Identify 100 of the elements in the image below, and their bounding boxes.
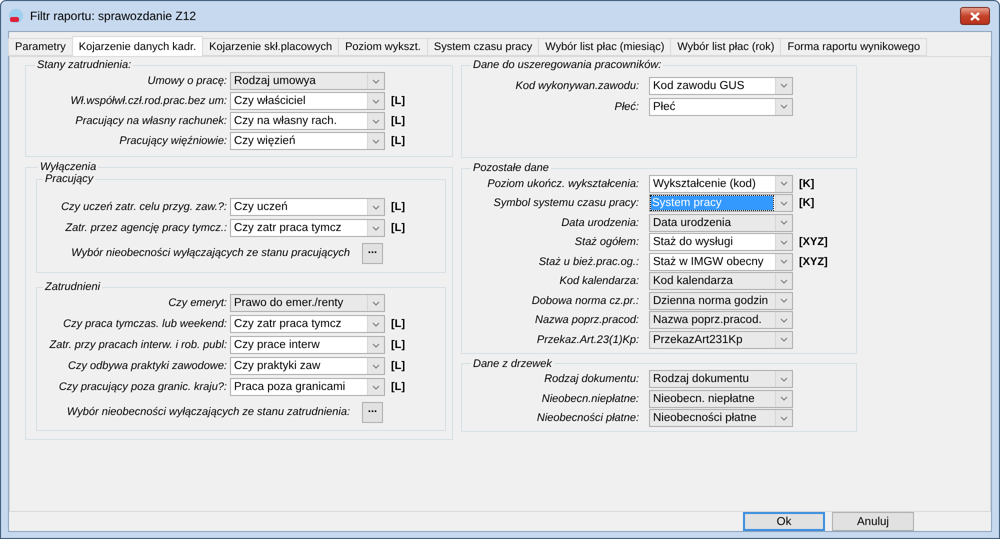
chevron-down-icon [372, 384, 380, 390]
app-icon [8, 8, 24, 24]
field-label: Czy odbywa praktyki zawodowe: [67, 360, 228, 372]
tab[interactable]: Poziom wykszt. [338, 38, 428, 56]
field-label: Zatr. przy pracach interw. i rob. publ: [48, 339, 228, 351]
group-title: Stany zatrudnienia: [36, 59, 132, 71]
code-label: [L] [391, 381, 406, 393]
code-label: [XYZ] [799, 236, 828, 248]
combo-box[interactable]: Czy na własny rach. [230, 112, 385, 130]
combo-box[interactable]: Czy prace interw [230, 336, 385, 354]
field-label: Wybór nieobecności wyłączających ze stanu zatrudnienia: [66, 406, 351, 418]
tab[interactable]: Forma raportu wynikowego [780, 38, 928, 56]
combo-box[interactable]: Czy praktyki zaw [230, 357, 385, 375]
code-label: [L] [391, 95, 406, 107]
chevron-down-icon [372, 204, 380, 210]
field-label: Staż ogółem: [574, 236, 640, 248]
chevron-down-icon [372, 364, 380, 368]
field-label: Czy pracujący poza granic. kraju?: [58, 381, 228, 393]
close-button[interactable] [960, 7, 990, 25]
code-label: [K] [799, 178, 814, 190]
combo-box[interactable]: Płeć [649, 98, 793, 116]
field-label: Umowy o pracę: [146, 75, 228, 87]
combo-box[interactable]: Czy właściciel [230, 92, 385, 110]
combo-box[interactable]: Kod zawodu GUS [649, 76, 793, 94]
tab[interactable]: System czasu pracy [426, 38, 540, 56]
field-label: Kod kalendarza: [558, 275, 640, 288]
group-title: Dane do uszeregowania pracowników: [472, 59, 662, 71]
code-label: [L] [391, 339, 406, 351]
field-label: Nieobecn.niepłatne: [540, 392, 640, 405]
chevron-down-icon [780, 220, 788, 226]
chevron-down-icon [372, 118, 380, 124]
window-title: Filtr raportu: sprawozdanie Z12 [30, 9, 198, 23]
group-title: Zatrudnieni [44, 281, 102, 293]
combo-box[interactable]: Praca poza granicami [230, 378, 385, 396]
code-label: [XYZ] [799, 256, 828, 268]
field-label: Symbol systemu czasu pracy: [492, 197, 640, 210]
combo-box[interactable]: Staż w IMGW obecny [649, 252, 793, 271]
chevron-down-icon [780, 376, 788, 382]
browse-button[interactable]: ... [362, 402, 383, 422]
field-label: Kod wykonywan.zawodu: [514, 80, 640, 92]
tab[interactable]: Parametry [8, 38, 73, 56]
combo-box[interactable]: Wykształcenie (kod) [649, 174, 793, 193]
chevron-down-icon [372, 226, 380, 230]
code-label: [L] [391, 135, 406, 147]
chevron-down-icon [780, 278, 788, 284]
group-title: Wyłączenia [39, 161, 98, 173]
field-label: Czy emeryt: [167, 297, 228, 309]
field-label: Nieobecności płatne: [536, 412, 640, 424]
field-label: Czy praca tymczas. lub weekend: [62, 318, 228, 330]
code-label: [L] [391, 222, 406, 234]
field-label: Pracujący więźniowie: [118, 135, 228, 147]
field-label: Przekaz.Art.23(1)Kp: [536, 334, 640, 346]
chevron-down-icon [780, 337, 788, 342]
combo-box[interactable]: Czy uczeń [230, 198, 385, 216]
tab[interactable]: Kojarzenie danych kadr. [72, 36, 204, 56]
dialog-button[interactable]: Anuluj [832, 512, 914, 531]
chevron-down-icon [780, 200, 788, 206]
chevron-down-icon [780, 416, 788, 421]
code-label: [K] [799, 197, 814, 210]
chevron-down-icon [780, 259, 788, 264]
tab[interactable]: Wybór list płac (miesiąc) [538, 38, 672, 56]
group-title: Dane z drzewek [472, 358, 554, 370]
field-label: Wł.współwł.czł.rod.prac.bez um: [70, 95, 228, 107]
combo-box[interactable]: Staż do wysługi [649, 233, 793, 252]
field-label: Pracujący na własny rachunek: [74, 115, 228, 127]
dialog-button[interactable]: Ok [743, 512, 825, 531]
chevron-down-icon [780, 240, 788, 245]
field-label: Nazwa poprz.pracod: [534, 314, 640, 326]
chevron-down-icon [780, 83, 788, 88]
field-label: Rodzaj dokumentu: [543, 373, 640, 386]
field-label: Poziom ukończ. wykształcenia: [486, 178, 640, 190]
chevron-down-icon [372, 342, 380, 348]
chevron-down-icon [372, 78, 380, 84]
chevron-down-icon [780, 318, 788, 323]
field-label: Staż u bież.prac.og.: [538, 256, 640, 268]
combo-box[interactable]: Czy zatr praca tymcz [230, 315, 385, 333]
combo-box[interactable]: Czy zatr praca tymcz [230, 219, 385, 237]
chevron-down-icon [372, 300, 380, 306]
field-label: Dobowa norma cz.pr.: [530, 294, 640, 307]
field-label: Czy uczeń zatr. celu przyg. zaw.?: [60, 201, 228, 213]
chevron-down-icon [372, 322, 380, 326]
field-label: Data urodzenia: [560, 216, 640, 229]
group-title: Pracujący [44, 173, 95, 185]
close-icon [970, 12, 980, 20]
chevron-down-icon [372, 98, 380, 104]
tab[interactable]: Kojarzenie skł.placowych [202, 38, 340, 56]
code-label: [L] [391, 318, 406, 330]
chevron-down-icon [372, 138, 380, 144]
code-label: [L] [391, 201, 406, 213]
code-label: [L] [391, 115, 406, 127]
chevron-down-icon [780, 104, 788, 109]
chevron-down-icon [780, 298, 788, 304]
field-label: Wybór nieobecności wyłączających ze stanu pracujących [70, 247, 351, 259]
combo-box[interactable]: Czy więzień [230, 132, 385, 150]
tab[interactable]: Wybór list płac (rok) [670, 38, 782, 56]
group-title: Pozostałe dane [472, 162, 550, 174]
chevron-down-icon [780, 181, 788, 186]
browse-button[interactable]: ... [362, 242, 383, 264]
code-label: [L] [391, 360, 406, 372]
field-label: Płeć: [614, 100, 640, 112]
